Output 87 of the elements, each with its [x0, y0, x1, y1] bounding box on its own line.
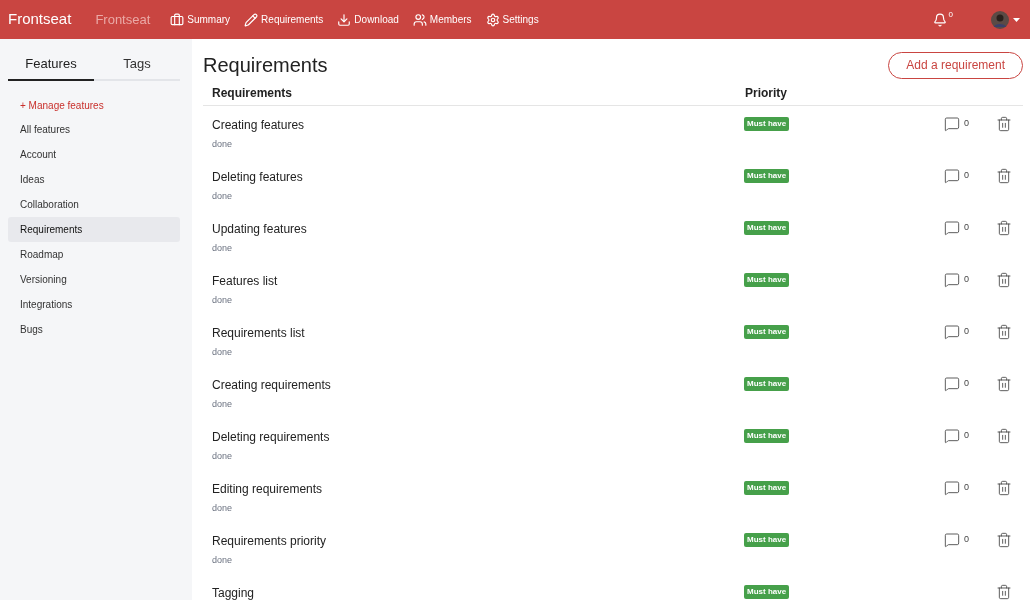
priority-badge: Must have — [744, 429, 790, 443]
column-header: Priority — [745, 84, 787, 102]
column-header: Requirements — [212, 84, 294, 102]
priority-badge: Must have — [744, 377, 790, 391]
trash-icon[interactable] — [996, 532, 1012, 548]
sidebar-item[interactable]: Versioning — [8, 266, 180, 292]
comment-count: 0 — [964, 377, 969, 391]
comment-icon[interactable] — [944, 220, 960, 236]
sidebar-item[interactable]: Requirements — [8, 216, 180, 242]
sidebar-tab[interactable]: Tags — [94, 54, 180, 81]
priority-badge: Must have — [744, 169, 790, 183]
trash-icon[interactable] — [996, 220, 1012, 236]
notification-count: 0 — [948, 8, 953, 21]
priority-badge: Must have — [744, 117, 790, 131]
requirement-status: done — [212, 398, 234, 411]
sidebar-tab[interactable]: Features — [8, 54, 94, 81]
nav-link[interactable]: Settings — [485, 12, 539, 27]
comment-count: 0 — [964, 221, 969, 235]
sidebar-item[interactable]: All features — [8, 116, 180, 142]
trash-icon[interactable] — [996, 480, 1012, 496]
sidebar-item[interactable]: Bugs — [8, 316, 180, 342]
priority-badge: Must have — [744, 533, 790, 547]
priority-badge: Must have — [744, 273, 790, 287]
trash-icon[interactable] — [996, 324, 1012, 340]
trash-icon[interactable] — [996, 272, 1012, 288]
requirement-name[interactable]: Updating features — [212, 220, 744, 238]
comment-count: 0 — [964, 533, 969, 547]
comment-count: 0 — [964, 117, 969, 131]
comment-icon[interactable] — [944, 168, 960, 184]
comment-icon[interactable] — [944, 116, 960, 132]
requirement-status: done — [212, 138, 234, 151]
page-title: Requirements — [203, 53, 328, 78]
requirement-name[interactable]: Requirements list — [212, 324, 744, 342]
users-icon — [412, 12, 427, 27]
trash-icon[interactable] — [996, 376, 1012, 392]
comment-icon[interactable] — [944, 324, 960, 340]
trash-icon[interactable] — [996, 428, 1012, 444]
manage-features-link[interactable]: + Manage features — [20, 97, 180, 113]
requirement-name[interactable]: Features list — [212, 272, 744, 290]
requirement-name[interactable]: Editing requirements — [212, 480, 744, 498]
requirement-status: done — [212, 554, 234, 567]
comment-icon[interactable] — [944, 532, 960, 548]
nav-link[interactable]: Download — [337, 12, 399, 27]
requirement-name[interactable]: Tagging — [212, 584, 744, 600]
requirement-name[interactable]: Deleting requirements — [212, 428, 744, 446]
avatar[interactable] — [991, 10, 1009, 29]
nav-link[interactable]: Summary — [170, 12, 231, 27]
trash-icon[interactable] — [996, 168, 1012, 184]
trash-icon[interactable] — [996, 116, 1012, 132]
comment-count: 0 — [964, 273, 969, 287]
sidebar-item[interactable]: Account — [8, 141, 180, 167]
nav-link[interactable]: Members — [412, 12, 472, 27]
pencil-icon — [244, 12, 259, 27]
briefcase-icon — [170, 12, 185, 27]
priority-badge: Must have — [744, 585, 790, 599]
brand-logo[interactable]: Frontseat — [8, 8, 72, 31]
requirement-name[interactable]: Creating requirements — [212, 376, 744, 394]
comment-icon[interactable] — [944, 376, 960, 392]
sidebar-item[interactable]: Ideas — [8, 166, 180, 192]
requirement-status: done — [212, 242, 234, 255]
settings-icon — [485, 12, 500, 27]
requirement-status: done — [212, 450, 234, 463]
trash-icon[interactable] — [996, 584, 1012, 600]
priority-badge: Must have — [744, 481, 790, 495]
download-icon — [337, 12, 352, 27]
priority-badge: Must have — [744, 325, 790, 339]
bell-icon[interactable] — [932, 12, 947, 27]
requirement-name[interactable]: Creating features — [212, 116, 744, 134]
requirement-status: done — [212, 294, 234, 307]
sidebar-item[interactable]: Collaboration — [8, 191, 180, 217]
comment-icon[interactable] — [944, 428, 960, 444]
comment-count: 0 — [964, 169, 969, 183]
comment-count: 0 — [964, 325, 969, 339]
sidebar-item[interactable]: Integrations — [8, 291, 180, 317]
requirement-status: done — [212, 346, 234, 359]
requirement-status: done — [212, 190, 234, 203]
comment-count: 0 — [964, 481, 969, 495]
caret-icon[interactable] — [1013, 17, 1020, 22]
requirement-status: done — [212, 502, 234, 515]
priority-badge: Must have — [744, 221, 790, 235]
requirement-name[interactable]: Requirements priority — [212, 532, 744, 550]
comment-icon[interactable] — [944, 480, 960, 496]
requirement-name[interactable]: Deleting features — [212, 168, 744, 186]
comment-icon[interactable] — [944, 272, 960, 288]
nav-link[interactable]: Requirements — [244, 12, 324, 27]
sidebar-item[interactable]: Roadmap — [8, 241, 180, 267]
comment-count: 0 — [964, 429, 969, 443]
